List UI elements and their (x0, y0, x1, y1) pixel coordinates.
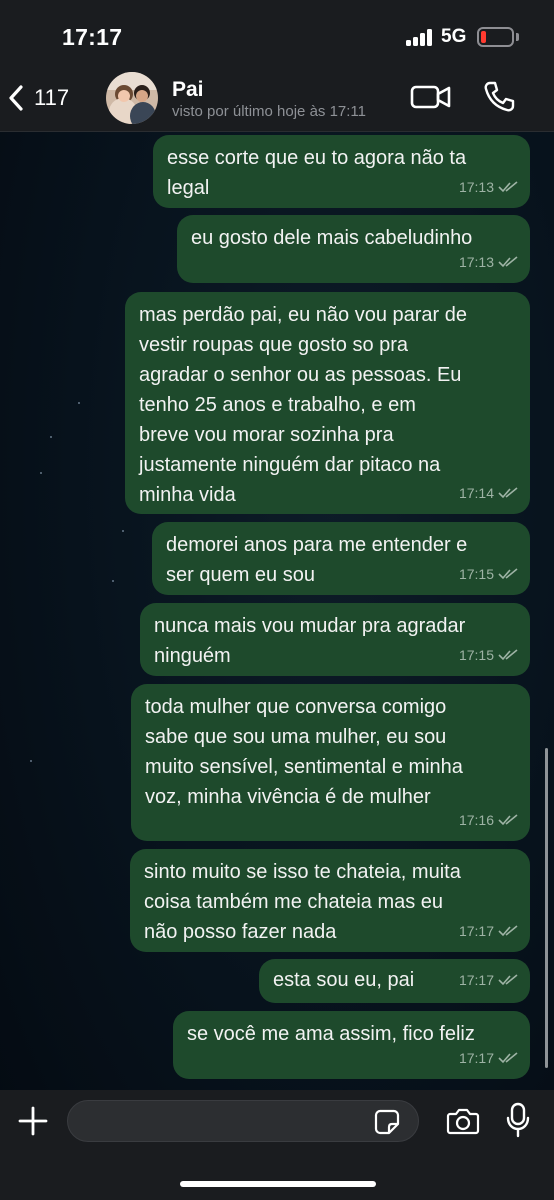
message-line: justamente ninguém dar pitaco na (139, 454, 441, 476)
message-line: breve vou morar sozinha pra (139, 424, 394, 446)
wallpaper-star (78, 402, 80, 404)
double-check-icon (498, 487, 518, 499)
message-time: 17:14 (458, 485, 494, 501)
message-time: 17:17 (458, 972, 494, 988)
video-call-button[interactable] (410, 82, 452, 112)
chat-header: 117 Pai visto por último hoje às 17:11 (0, 70, 554, 132)
double-check-icon (498, 925, 518, 937)
double-check-icon (498, 1052, 518, 1064)
double-check-icon (498, 181, 518, 193)
plus-icon (18, 1106, 48, 1136)
voice-message-button[interactable] (506, 1102, 530, 1138)
status-bar: 17:17 5G (0, 0, 554, 70)
last-seen-status: visto por último hoje às 17:11 (172, 103, 366, 120)
message-line: esse corte que eu to agora não ta (167, 147, 467, 169)
message-time: 17:17 (458, 923, 494, 939)
message-time: 17:13 (458, 254, 494, 270)
message-meta: 17:15 (459, 640, 518, 670)
message-time: 17:13 (458, 179, 494, 195)
unread-count: 117 (34, 85, 70, 110)
wallpaper-star (122, 530, 124, 532)
message-bubble[interactable]: toda mulher que conversa comigo sabe que… (131, 684, 530, 841)
message-line: toda mulher que conversa comigo (145, 696, 447, 718)
message-line: coisa também me chateia mas eu (144, 891, 444, 913)
message-input[interactable] (67, 1100, 419, 1142)
contact-name[interactable]: Pai (172, 78, 204, 102)
message-time: 17:15 (458, 566, 494, 582)
message-line: sinto muito se isso te chateia, muita (144, 861, 461, 883)
double-check-icon (498, 974, 518, 986)
back-button[interactable]: 117 (8, 76, 92, 120)
message-line: sabe que sou uma mulher, eu sou (145, 726, 447, 748)
message-bubble[interactable]: mas perdão pai, eu não vou parar de vest… (125, 292, 530, 514)
message-bubble[interactable]: sinto muito se isso te chateia, muita co… (130, 849, 530, 952)
message-bubble[interactable]: esse corte que eu to agora não ta legal … (153, 135, 530, 208)
double-check-icon (498, 814, 518, 826)
sticker-icon (374, 1109, 400, 1135)
message-meta: 17:16 (459, 805, 518, 835)
attach-button[interactable] (16, 1104, 50, 1138)
home-indicator[interactable] (180, 1181, 376, 1187)
camera-icon (446, 1108, 480, 1135)
double-check-icon (498, 649, 518, 661)
message-meta: 17:17 (459, 965, 518, 995)
message-line: demorei anos para me entender e (166, 534, 468, 556)
wallpaper-star (112, 580, 114, 582)
battery-tip (516, 33, 519, 41)
message-meta: 17:17 (459, 916, 518, 946)
message-bubble[interactable]: eu gosto dele mais cabeludinho 17:13 (177, 215, 530, 283)
message-line: nunca mais vou mudar pra agradar (154, 615, 466, 637)
message-meta: 17:13 (459, 172, 518, 202)
message-meta: 17:17 (459, 1043, 518, 1073)
sticker-button[interactable] (374, 1109, 400, 1135)
message-line: tenho 25 anos e trabalho, e em (139, 394, 416, 416)
message-time: 17:15 (458, 647, 494, 663)
microphone-icon (506, 1102, 530, 1138)
double-check-icon (498, 256, 518, 268)
network-type: 5G (441, 26, 467, 47)
wallpaper-star (40, 472, 42, 474)
phone-icon (484, 81, 515, 112)
message-meta: 17:14 (459, 478, 518, 508)
message-time: 17:16 (458, 812, 494, 828)
message-line: muito sensível, sentimental e minha (145, 756, 463, 778)
message-meta: 17:13 (459, 247, 518, 277)
scrollbar[interactable] (545, 748, 548, 1068)
message-line: vestir roupas que gosto so pra (139, 334, 409, 356)
message-line: mas perdão pai, eu não vou parar de (139, 304, 467, 326)
wallpaper-star (30, 760, 32, 762)
signal-icon (406, 29, 434, 46)
message-bubble[interactable]: demorei anos para me entender e ser quem… (152, 522, 530, 595)
double-check-icon (498, 568, 518, 580)
message-bubble[interactable]: esta sou eu, pai 17:17 (259, 959, 530, 1003)
wallpaper-star (50, 436, 52, 438)
status-time: 17:17 (62, 24, 123, 50)
contact-avatar[interactable] (106, 72, 158, 124)
battery-icon (477, 27, 514, 47)
video-camera-icon (410, 85, 451, 109)
message-bubble[interactable]: nunca mais vou mudar pra agradar ninguém… (140, 603, 530, 676)
message-line: agradar o senhor ou as pessoas. Eu (139, 364, 462, 386)
message-bubble[interactable]: se você me ama assim, fico feliz 17:17 (173, 1011, 530, 1079)
chevron-left-icon (9, 85, 23, 111)
camera-button[interactable] (446, 1107, 480, 1135)
message-time: 17:17 (458, 1050, 494, 1066)
voice-call-button[interactable] (482, 80, 516, 114)
message-meta: 17:15 (459, 559, 518, 589)
